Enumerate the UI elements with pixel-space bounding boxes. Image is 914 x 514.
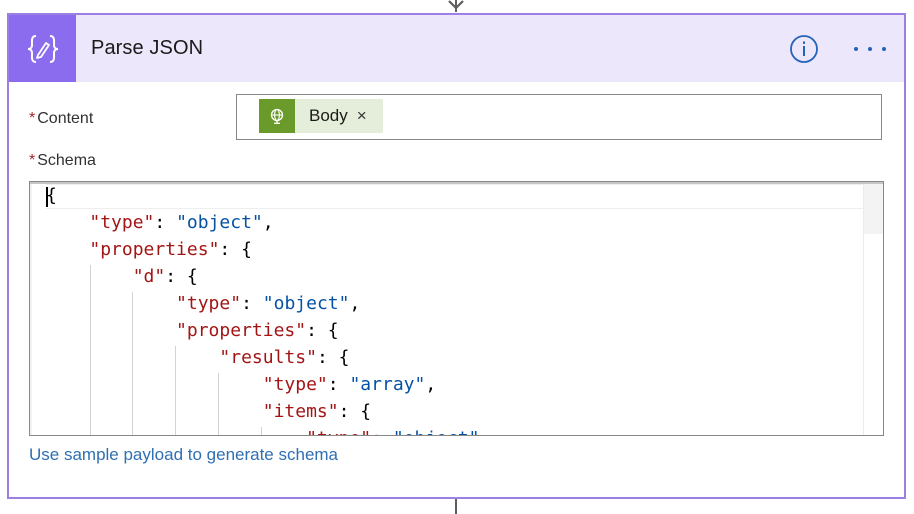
schema-code-editor[interactable]: { "type": "object", "properties": { "d":… xyxy=(29,181,884,436)
action-header[interactable]: Parse JSON xyxy=(9,15,904,82)
curly-braces-icon xyxy=(9,15,76,82)
editor-scrollbar[interactable] xyxy=(863,184,883,435)
json-punctuation: : { xyxy=(219,239,252,260)
json-punctuation xyxy=(46,239,89,260)
globe-icon xyxy=(259,99,295,133)
json-key: "type" xyxy=(262,374,328,395)
more-options-icon[interactable] xyxy=(852,41,888,57)
required-marker: * xyxy=(29,152,36,169)
json-key: "items" xyxy=(262,401,339,422)
editor-top-border xyxy=(30,182,883,184)
json-key: "type" xyxy=(306,428,371,435)
json-punctuation: , xyxy=(480,428,491,435)
code-line[interactable]: "properties": { xyxy=(46,317,490,344)
json-punctuation: , xyxy=(425,374,437,395)
token-label: Body xyxy=(309,106,348,125)
code-line[interactable]: "properties": { xyxy=(46,236,490,263)
sample-payload-link[interactable]: Use sample payload to generate schema xyxy=(29,445,338,465)
json-value: "object" xyxy=(262,293,350,314)
code-line[interactable]: "items": { xyxy=(46,398,490,425)
remove-token-icon[interactable]: × xyxy=(357,106,367,126)
json-punctuation xyxy=(46,293,176,314)
parse-json-action-card: Parse JSON * Content Body × * Schema {"… xyxy=(7,13,906,499)
json-punctuation: : xyxy=(241,293,263,314)
code-line[interactable]: "results": { xyxy=(46,344,490,371)
action-title[interactable]: Parse JSON xyxy=(91,37,203,60)
json-value: "object" xyxy=(176,212,263,233)
json-punctuation: : { xyxy=(165,266,198,287)
schema-label: * Schema xyxy=(29,152,96,170)
json-punctuation xyxy=(46,320,176,341)
json-punctuation: : { xyxy=(316,347,350,368)
json-punctuation: , xyxy=(262,212,274,233)
code-line[interactable]: "type": "object", xyxy=(46,290,490,317)
code-line[interactable]: "type": "array", xyxy=(46,371,490,398)
text-cursor xyxy=(46,187,48,207)
json-key: "properties" xyxy=(176,320,307,341)
json-value: "array" xyxy=(349,374,426,395)
json-punctuation: , xyxy=(349,293,361,314)
content-label: * Content xyxy=(29,110,93,128)
json-punctuation xyxy=(46,347,219,368)
body-token[interactable]: Body × xyxy=(259,99,383,133)
json-punctuation: : xyxy=(371,428,393,435)
json-punctuation xyxy=(46,401,263,422)
content-label-text: Content xyxy=(37,110,94,127)
json-punctuation: : xyxy=(154,212,177,233)
code-line[interactable]: "type": "object", xyxy=(46,209,490,236)
schema-code[interactable]: { "type": "object", "properties": { "d":… xyxy=(46,182,491,435)
json-punctuation xyxy=(46,266,133,287)
json-punctuation xyxy=(46,374,263,395)
code-line[interactable]: "d": { xyxy=(46,263,490,290)
editor-gutter xyxy=(30,184,32,435)
json-punctuation: : { xyxy=(306,320,339,341)
schema-label-text: Schema xyxy=(37,152,96,169)
json-punctuation xyxy=(46,212,89,233)
flow-arrow-down-icon xyxy=(448,0,464,10)
json-punctuation: : xyxy=(327,374,350,395)
json-key: "properties" xyxy=(89,239,220,260)
json-value: "object" xyxy=(393,428,480,435)
code-line[interactable]: { xyxy=(46,182,490,209)
required-marker: * xyxy=(29,110,36,127)
json-key: "d" xyxy=(132,266,166,287)
scrollbar-thumb[interactable] xyxy=(864,184,883,234)
json-punctuation: : { xyxy=(338,401,372,422)
json-key: "results" xyxy=(219,347,317,368)
json-key: "type" xyxy=(176,293,242,314)
code-line[interactable]: "type": "object", xyxy=(46,425,491,435)
info-icon[interactable] xyxy=(789,34,819,64)
flow-connector-bottom xyxy=(455,499,457,514)
content-input[interactable]: Body × xyxy=(236,94,882,140)
json-punctuation xyxy=(46,428,306,435)
json-key: "type" xyxy=(89,212,155,233)
